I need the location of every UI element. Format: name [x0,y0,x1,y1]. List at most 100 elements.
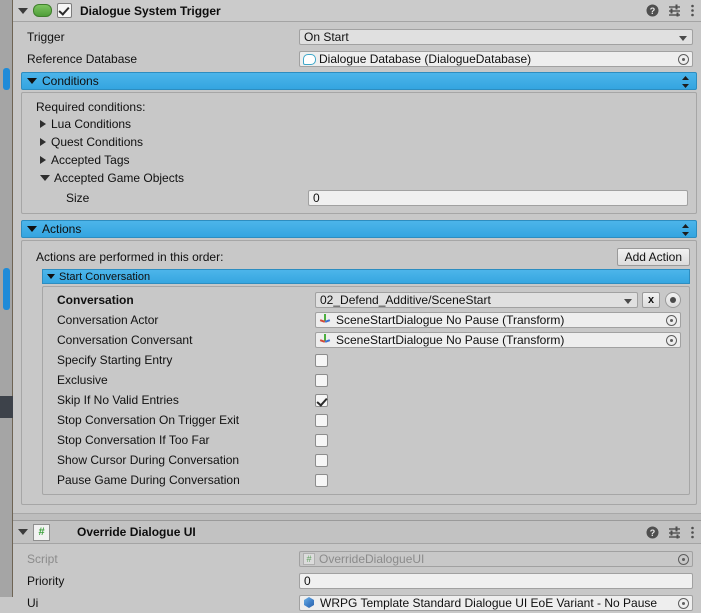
reorder-handle-icon[interactable] [682,76,689,88]
foldout-accepted-game-objects[interactable]: Accepted Game Objects [22,169,696,187]
conversation-conversant-object-field[interactable]: SceneStartDialogue No Pause (Transform) [315,332,681,348]
scrollbar-thumb-upper[interactable] [3,68,10,90]
help-icon[interactable]: ? [646,4,659,17]
row-pause-game-during-conversation: Pause Game During Conversation [43,470,689,490]
stop-conversation-on-trigger-exit-checkbox[interactable] [315,413,328,427]
row-stop-conversation-on-trigger-exit: Stop Conversation On Trigger Exit [43,410,689,430]
object-picker-icon[interactable] [666,335,677,346]
priority-input[interactable]: 0 [299,573,693,589]
component-enable-checkbox[interactable] [57,3,72,18]
size-input[interactable]: 0 [308,190,688,206]
start-conversation-fields: Conversation 02_Defend_Additive/SceneSta… [42,286,690,495]
conversation-actor-label: Conversation Actor [57,313,159,327]
preset-icon[interactable] [668,4,681,17]
script-value: OverrideDialogueUI [319,552,425,566]
reorder-handle-icon[interactable] [682,224,689,236]
chevron-right-icon [40,156,46,164]
row-size: Size 0 [22,188,696,208]
ui-value: WRPG Template Standard Dialogue UI EoE V… [320,596,658,610]
row-stop-conversation-if-too-far: Stop Conversation If Too Far [43,430,689,450]
skip-if-no-valid-entries-checkbox[interactable] [315,393,328,407]
show-cursor-during-conversation-label: Show Cursor During Conversation [57,453,240,467]
stop-conversation-if-too-far-checkbox[interactable] [315,433,328,447]
stop-conversation-if-too-far-label: Stop Conversation If Too Far [57,433,210,447]
row-ui: Ui WRPG Template Standard Dialogue UI Eo… [13,593,701,613]
row-reference-database: Reference Database Dialogue Database (Di… [13,49,701,69]
component-header-icons: ? [646,526,695,539]
stop-conversation-on-trigger-exit-label: Stop Conversation On Trigger Exit [57,413,240,427]
conversation-conversant-label: Conversation Conversant [57,333,193,347]
start-conversation-subheader[interactable]: Start Conversation [42,269,690,284]
conversation-dropdown[interactable]: 02_Defend_Additive/SceneStart [315,292,638,308]
chevron-down-icon [624,299,632,304]
preset-icon[interactable] [668,526,681,539]
foldout-lua-conditions[interactable]: Lua Conditions [22,115,696,133]
component-header-dialogue-system-trigger[interactable]: Dialogue System Trigger ? [13,0,701,22]
foldout-label: Quest Conditions [51,135,144,149]
trigger-label: Trigger [27,30,65,44]
priority-label: Priority [27,574,65,588]
size-value: 0 [313,191,320,205]
pause-game-during-conversation-checkbox[interactable] [315,473,328,487]
conditions-section-header[interactable]: Conditions [21,72,697,90]
script-label: Script [27,552,58,566]
size-label: Size [66,191,90,205]
inspector-scrollbar[interactable] [0,0,13,597]
ui-object-field[interactable]: WRPG Template Standard Dialogue UI EoE V… [299,595,693,611]
prefab-icon [303,597,316,609]
conversation-actor-object-field[interactable]: SceneStartDialogue No Pause (Transform) [315,312,681,328]
row-priority: Priority 0 [13,571,701,591]
component-title: Override Dialogue UI [77,525,196,539]
foldout-accepted-tags[interactable]: Accepted Tags [22,151,696,169]
object-picker-icon[interactable] [666,315,677,326]
foldout-label: Accepted Game Objects [54,171,185,185]
exclusive-checkbox[interactable] [315,373,328,387]
specify-starting-entry-checkbox[interactable] [315,353,328,367]
conversation-picker-button[interactable] [665,292,681,308]
section-spacer [13,505,701,513]
component-header-icons: ? [646,4,695,17]
row-show-cursor-during-conversation: Show Cursor During Conversation [43,450,689,470]
priority-value: 0 [304,574,311,588]
inspector-panel: Dialogue System Trigger ? Trigger On Sta… [13,0,701,611]
scrollbar-track-segment [0,396,13,418]
component-header-override-dialogue-ui[interactable]: # Override Dialogue UI ? [13,520,701,544]
conversation-actor-value: SceneStartDialogue No Pause (Transform) [336,313,565,327]
foldout-arrow-icon[interactable] [17,5,29,17]
object-picker-icon[interactable] [678,598,689,609]
trigger-dropdown[interactable]: On Start [299,29,693,45]
specify-starting-entry-label: Specify Starting Entry [57,353,173,367]
foldout-arrow-icon[interactable] [17,526,29,538]
row-conversation-actor: Conversation Actor SceneStartDialogue No… [43,310,689,330]
kebab-menu-icon[interactable] [690,4,695,17]
row-script: Script # OverrideDialogueUI [13,549,701,569]
show-cursor-during-conversation-checkbox[interactable] [315,453,328,467]
conversation-clear-button[interactable]: x [642,292,660,308]
required-conditions-hint: Required conditions: [36,100,146,114]
object-picker-icon [678,554,689,565]
scrollbar-thumb-lower[interactable] [3,268,10,310]
transform-icon [319,314,332,326]
dialogue-system-icon [33,4,52,17]
transform-icon [319,334,332,346]
foldout-quest-conditions[interactable]: Quest Conditions [22,133,696,151]
script-object-field: # OverrideDialogueUI [299,551,693,567]
kebab-menu-icon[interactable] [690,526,695,539]
add-action-button[interactable]: Add Action [616,247,690,266]
ui-label: Ui [27,596,39,610]
help-icon[interactable]: ? [646,526,659,539]
row-trigger: Trigger On Start [13,27,701,47]
svg-text:?: ? [650,6,656,16]
cs-script-icon: # [303,553,315,565]
row-conversation: Conversation 02_Defend_Additive/SceneSta… [43,290,689,310]
conditions-group: Required conditions: Lua Conditions Ques… [21,92,697,214]
object-picker-icon[interactable] [678,54,689,65]
chevron-down-icon [679,36,687,41]
start-conversation-label: Start Conversation [59,270,151,283]
reference-database-object-field[interactable]: Dialogue Database (DialogueDatabase) [299,51,693,67]
actions-section-header[interactable]: Actions [21,220,697,238]
row-conversation-conversant: Conversation Conversant SceneStartDialog… [43,330,689,350]
conversation-label: Conversation [57,293,134,307]
trigger-value: On Start [304,30,349,44]
skip-if-no-valid-entries-label: Skip If No Valid Entries [57,393,179,407]
